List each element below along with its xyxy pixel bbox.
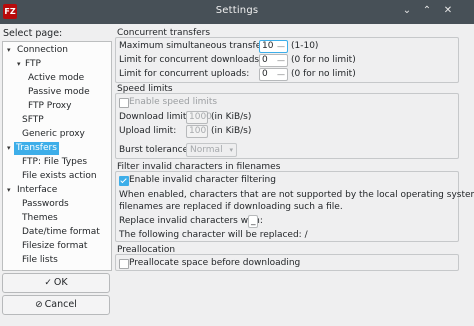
concurrent-uploads-value: 0 xyxy=(262,69,268,79)
title-bar: FZ Settings ⌄ ⌃ ✕ xyxy=(0,0,474,24)
concurrent-downloads-spinbox[interactable]: 0 — xyxy=(259,54,288,67)
tree-item-active-mode[interactable]: Active mode xyxy=(26,72,86,85)
replace-with-label: Replace invalid characters with: xyxy=(119,216,263,226)
concurrent-downloads-label: Limit for concurrent downloads: xyxy=(119,55,263,65)
upload-limit-input[interactable]: 100 xyxy=(186,125,208,138)
tree-item-passwords[interactable]: Passwords xyxy=(20,198,71,211)
tree-item-ftp-proxy[interactable]: FTP Proxy xyxy=(26,100,73,113)
concurrent-uploads-spinbox[interactable]: 0 — xyxy=(259,68,288,81)
settings-page-tree[interactable]: ▾ Connection ▾ FTP Active mode Passive m… xyxy=(2,41,112,271)
download-limit-value: 1000 xyxy=(189,112,212,122)
enable-filtering-label: Enable invalid character filtering xyxy=(129,175,276,185)
enable-speed-limits-checkbox[interactable] xyxy=(119,98,129,108)
max-transfers-label: Maximum simultaneous transfers: xyxy=(119,41,273,51)
concurrent-downloads-value: 0 xyxy=(262,55,268,65)
filter-description-line2: filenames are replaced if downloading su… xyxy=(119,202,343,212)
tree-item-sftp[interactable]: SFTP xyxy=(20,114,46,127)
chevron-down-icon[interactable]: ▾ xyxy=(7,44,11,57)
tree-item-file-lists[interactable]: File lists xyxy=(20,254,60,267)
concurrent-uploads-hint: (0 for no limit) xyxy=(291,69,356,79)
tree-item-passive-mode[interactable]: Passive mode xyxy=(26,86,92,99)
spin-decrement-icon[interactable]: — xyxy=(277,41,285,52)
burst-tolerance-select[interactable]: Normal ▾ xyxy=(186,143,237,157)
tree-item-connection[interactable]: Connection xyxy=(15,44,70,57)
filter-description-line1: When enabled, characters that are not su… xyxy=(119,190,474,200)
cancel-icon: ⊘ xyxy=(35,300,43,310)
select-page-label: Select page: xyxy=(3,28,63,39)
chevron-down-icon[interactable]: ▾ xyxy=(17,58,21,71)
preallocate-checkbox[interactable] xyxy=(119,259,129,269)
enable-filtering-checkbox[interactable] xyxy=(119,176,129,186)
spin-decrement-icon[interactable]: — xyxy=(277,69,285,80)
ok-button-label: OK xyxy=(53,277,68,288)
chevron-down-icon[interactable]: ▾ xyxy=(7,142,11,155)
replace-char-value: _ xyxy=(251,216,256,226)
concurrent-downloads-hint: (0 for no limit) xyxy=(291,55,356,65)
max-transfers-value: 10 xyxy=(262,41,274,51)
tree-item-file-exists-action[interactable]: File exists action xyxy=(20,170,99,183)
close-icon[interactable]: ✕ xyxy=(441,4,455,18)
tree-item-interface[interactable]: Interface xyxy=(15,184,59,197)
chevron-down-icon[interactable]: ▾ xyxy=(7,184,11,197)
tree-item-ftp-file-types[interactable]: FTP: File Types xyxy=(20,156,89,169)
tree-item-themes[interactable]: Themes xyxy=(20,212,60,225)
upload-limit-unit: (in KiB/s) xyxy=(211,126,252,136)
minimize-icon[interactable]: ⌄ xyxy=(400,4,414,18)
maximize-icon[interactable]: ⌃ xyxy=(420,4,434,18)
max-transfers-hint: (1-10) xyxy=(291,41,319,51)
burst-tolerance-label: Burst tolerance: xyxy=(119,145,192,155)
checkmark-icon: ✓ xyxy=(44,278,52,288)
concurrent-uploads-label: Limit for concurrent uploads: xyxy=(119,69,250,79)
tree-item-filesize-format[interactable]: Filesize format xyxy=(20,240,89,253)
replace-char-input[interactable]: _ xyxy=(248,215,258,228)
preallocate-label: Preallocate space before downloading xyxy=(129,258,301,268)
tree-item-ftp[interactable]: FTP xyxy=(23,58,43,71)
tree-item-date-time-format[interactable]: Date/time format xyxy=(20,226,102,239)
ok-button[interactable]: ✓ OK xyxy=(2,273,110,293)
chevron-down-icon: ▾ xyxy=(229,146,233,154)
tree-item-generic-proxy[interactable]: Generic proxy xyxy=(20,128,87,141)
upload-limit-value: 100 xyxy=(189,126,207,136)
following-char-text: The following character will be replaced… xyxy=(119,230,308,240)
burst-tolerance-value: Normal xyxy=(190,145,223,155)
enable-speed-limits-label: Enable speed limits xyxy=(129,97,218,107)
max-transfers-spinbox[interactable]: 10 — xyxy=(259,40,288,53)
download-limit-input[interactable]: 1000 xyxy=(186,111,212,124)
spin-decrement-icon[interactable]: — xyxy=(277,55,285,66)
cancel-button[interactable]: ⊘ Cancel xyxy=(2,295,110,315)
download-limit-unit: (in KiB/s) xyxy=(211,112,252,122)
cancel-button-label: Cancel xyxy=(44,299,77,310)
download-limit-label: Download limit: xyxy=(119,112,190,122)
upload-limit-label: Upload limit: xyxy=(119,126,177,136)
tree-item-transfers[interactable]: Transfers xyxy=(14,142,59,155)
